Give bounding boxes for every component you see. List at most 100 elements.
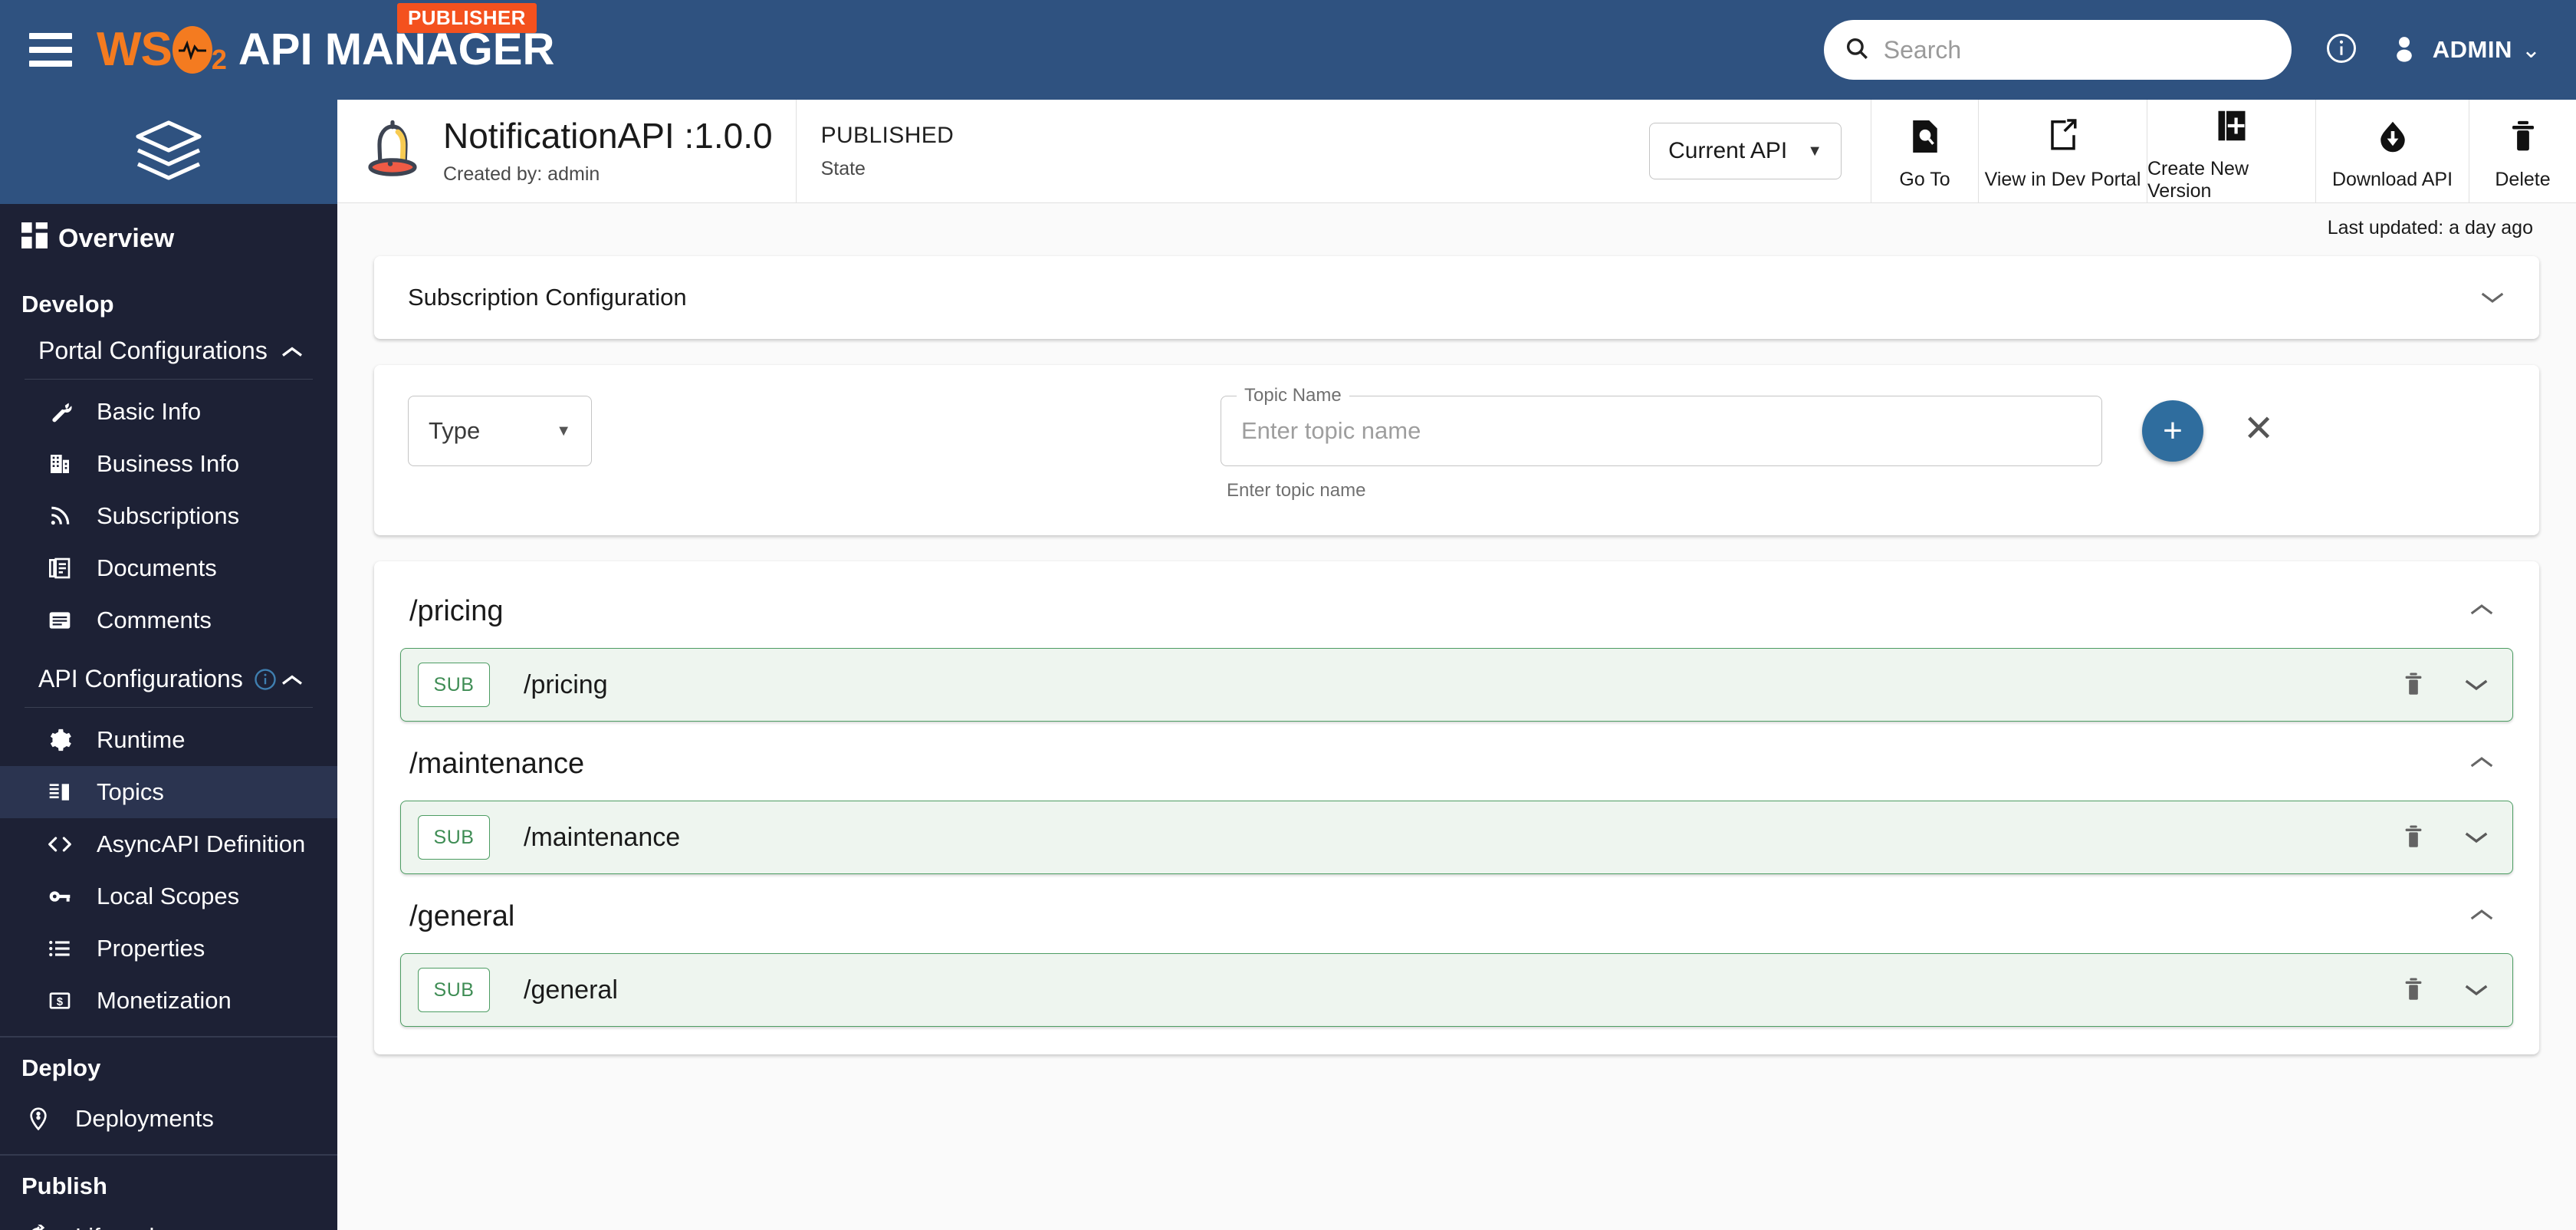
chevron-up-icon [281, 337, 304, 365]
content-area: Last updated: a day ago Subscription Con… [337, 203, 2576, 1054]
dashboard-grid-icon [21, 222, 48, 255]
chevron-up-icon[interactable] [2469, 907, 2495, 926]
delete-api-button[interactable]: Delete [2469, 100, 2576, 202]
sidebar-item-asyncapi-definition[interactable]: AsyncAPI Definition [0, 818, 337, 870]
sidebar-item-basic-info[interactable]: Basic Info [0, 386, 337, 438]
sidebar-label: Properties [97, 935, 205, 962]
search-input[interactable] [1884, 36, 2272, 64]
help-info-icon[interactable] [2325, 32, 2358, 68]
topic-row[interactable]: SUB /pricing [400, 648, 2513, 722]
topic-row[interactable]: SUB /general [400, 953, 2513, 1027]
last-updated-label: Last updated: a day ago [374, 203, 2539, 239]
sidebar-item-business-info[interactable]: Business Info [0, 438, 337, 490]
go-to-button[interactable]: Go To [1871, 100, 1978, 202]
topic-group-header[interactable]: /maintenance [400, 740, 2513, 788]
topics-list-panel: /pricing SUB /pricing [374, 561, 2539, 1054]
add-topic-form: Type ▼ Topic Name Enter topic name + ✕ [374, 365, 2539, 535]
add-topic-button[interactable]: + [2142, 400, 2203, 462]
action-label: Go To [1899, 169, 1950, 191]
current-api-wrapper: Current API ▼ [1620, 100, 1871, 202]
action-label: Create New Version [2147, 158, 2315, 202]
chevron-up-icon[interactable] [2469, 602, 2495, 621]
action-label: Delete [2495, 169, 2550, 191]
sidebar-collapse-api-configurations[interactable]: API Configurations [0, 657, 337, 701]
sidebar-item-properties[interactable]: Properties [0, 922, 337, 975]
sidebar-item-documents[interactable]: Documents [0, 542, 337, 594]
chevron-down-icon[interactable] [2479, 284, 2505, 311]
sidebar-label: Deployments [75, 1105, 214, 1133]
user-name-label: ADMIN [2433, 36, 2512, 64]
current-api-label: Current API [1668, 138, 1787, 164]
sidebar-overview-label: Overview [58, 224, 174, 254]
topic-group-name: /maintenance [409, 748, 584, 781]
chevron-down-icon[interactable] [2463, 677, 2489, 692]
sidebar-label: Documents [97, 554, 217, 582]
status-badge: PUBLISHED [821, 123, 955, 149]
api-created-by: Created by: admin [443, 163, 773, 186]
trash-icon[interactable] [2400, 671, 2426, 699]
sidebar-logo-block [0, 100, 337, 204]
subscription-configuration-header[interactable]: Subscription Configuration [374, 256, 2539, 339]
global-search[interactable] [1824, 20, 2292, 80]
sidebar-item-local-scopes[interactable]: Local Scopes [0, 870, 337, 922]
topic-name-input-outline[interactable]: Topic Name [1221, 396, 2102, 466]
sidebar-label: Monetization [97, 987, 232, 1015]
chevron-down-icon[interactable] [2463, 830, 2489, 845]
building-icon [48, 452, 87, 476]
wso2-stack-logo-icon [132, 117, 205, 188]
topic-group-header[interactable]: /pricing [400, 587, 2513, 636]
left-sidebar: Overview Develop Portal Configurations B… [0, 100, 337, 1230]
hamburger-menu-icon[interactable] [29, 33, 72, 67]
topic-row[interactable]: SUB /maintenance [400, 801, 2513, 874]
sidebar-item-overview[interactable]: Overview [0, 204, 337, 274]
sidebar-group-deploy: Deploy [0, 1038, 337, 1093]
cancel-add-topic-button[interactable]: ✕ [2243, 411, 2274, 448]
topic-group-header[interactable]: /general [400, 893, 2513, 941]
topic-name-helper-text: Enter topic name [1227, 480, 2102, 502]
action-label: Download API [2332, 169, 2453, 191]
trash-icon[interactable] [2400, 824, 2426, 851]
download-api-button[interactable]: Download API [2315, 100, 2469, 202]
current-api-dropdown[interactable]: Current API ▼ [1649, 123, 1842, 179]
trash-icon[interactable] [2400, 976, 2426, 1004]
chevron-down-icon: ▼ [1807, 143, 1822, 160]
view-in-dev-portal-button[interactable]: View in Dev Portal [1978, 100, 2147, 202]
topic-name-input[interactable] [1241, 417, 2082, 445]
sidebar-item-deployments[interactable]: Deployments [0, 1093, 337, 1145]
state-label: State [821, 158, 955, 180]
wso2-pulse-icon [172, 26, 212, 74]
close-icon: ✕ [2243, 409, 2274, 449]
topic-type-badge: SUB [418, 663, 490, 707]
sidebar-item-topics[interactable]: Topics [0, 766, 337, 818]
sidebar-collapse-portal-configurations[interactable]: Portal Configurations [0, 329, 337, 373]
subscription-configuration-label: Subscription Configuration [408, 284, 687, 311]
sidebar-item-comments[interactable]: Comments [0, 594, 337, 646]
rss-icon [48, 504, 87, 528]
search-icon [1844, 35, 1870, 65]
topic-group-name: /general [409, 900, 514, 933]
chevron-down-icon[interactable] [2463, 982, 2489, 998]
sidebar-item-runtime[interactable]: Runtime [0, 714, 337, 766]
page-title: NotificationAPI :1.0.0 [443, 117, 773, 156]
chevron-up-icon[interactable] [2469, 755, 2495, 774]
subscription-configuration-panel[interactable]: Subscription Configuration [374, 256, 2539, 339]
info-icon[interactable] [254, 668, 277, 691]
brand-logo[interactable]: WS 2 API MANAGER PUBLISHER [97, 26, 554, 74]
sidebar-item-monetization[interactable]: $ Monetization [0, 975, 337, 1027]
topic-group: /maintenance SUB /maintenance [400, 722, 2513, 874]
sidebar-item-subscriptions[interactable]: Subscriptions [0, 490, 337, 542]
topic-type-select[interactable]: Type ▼ [408, 396, 592, 466]
action-label: View in Dev Portal [1985, 169, 2141, 191]
sidebar-item-lifecycle[interactable]: Lifecycle [0, 1211, 337, 1230]
location-pin-icon [26, 1107, 66, 1131]
api-action-toolbar: Current API ▼ Go To [1620, 100, 2576, 202]
svg-text:$: $ [57, 996, 63, 1008]
topic-path-label: /pricing [524, 670, 608, 700]
create-new-version-button[interactable]: Create New Version [2147, 100, 2315, 202]
user-account-menu[interactable]: ADMIN ⌄ [2388, 32, 2541, 68]
api-identity-block: NotificationAPI :1.0.0 Created by: admin [337, 100, 797, 202]
api-header-bar: NotificationAPI :1.0.0 Created by: admin… [337, 100, 2576, 203]
sidebar-group-publish: Publish [0, 1156, 337, 1211]
sidebar-label: Local Scopes [97, 883, 239, 910]
list-icon [48, 936, 87, 961]
